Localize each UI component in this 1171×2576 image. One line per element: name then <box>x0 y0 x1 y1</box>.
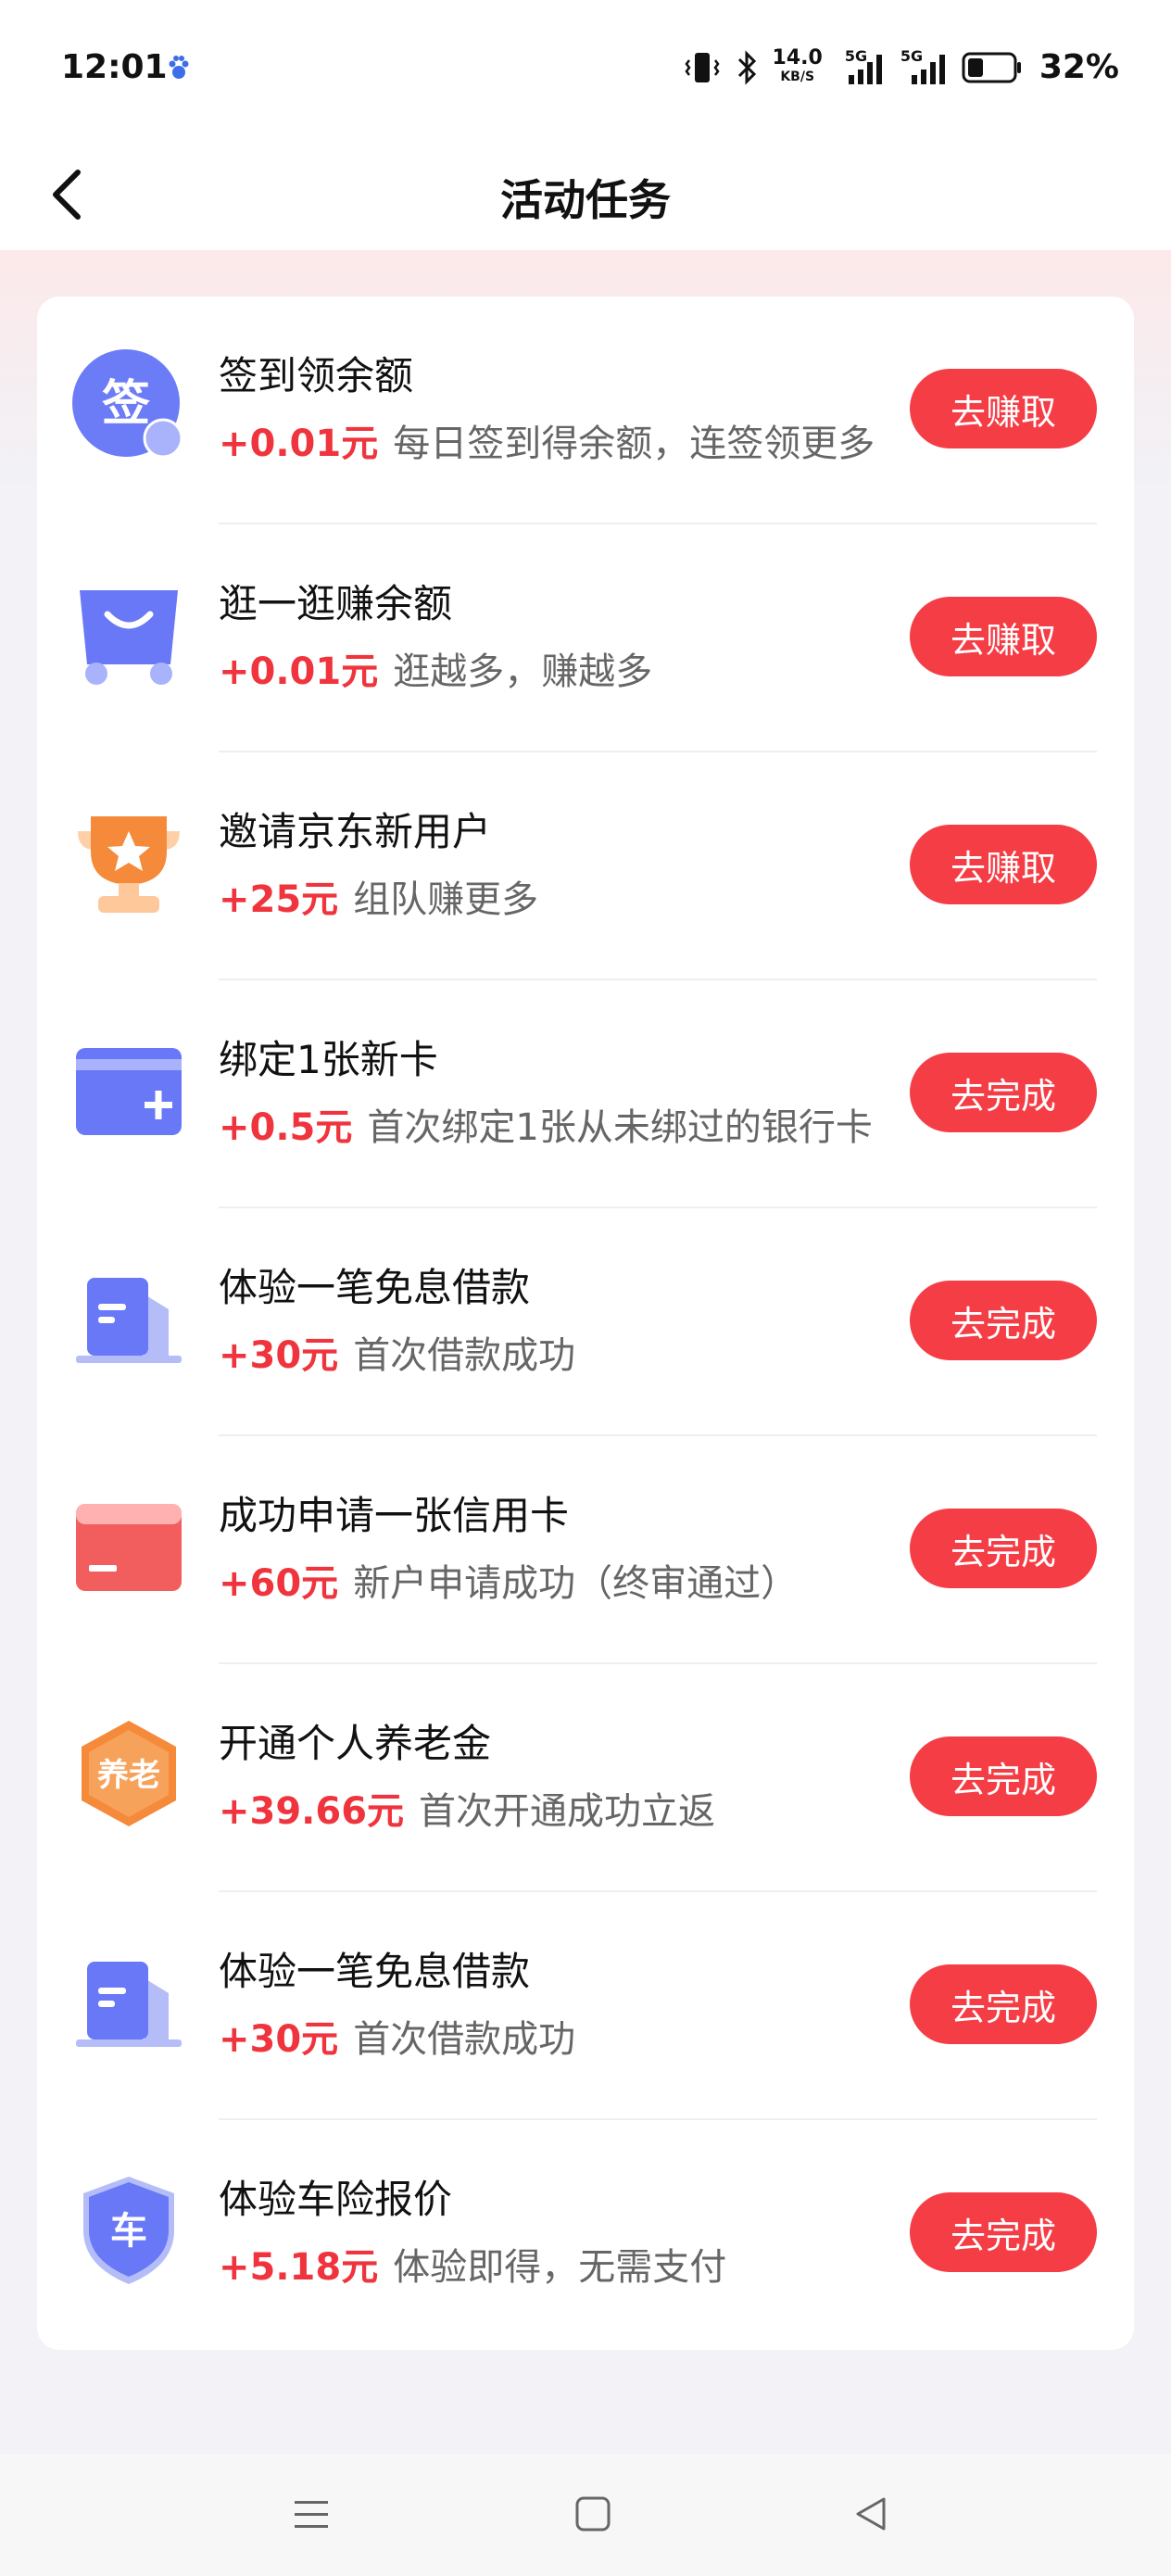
shopping-bag-icon <box>70 575 187 692</box>
task-title: 成功申请一张信用卡 <box>219 1493 570 1538</box>
task-description: 每日签到得余额，连签领更多 <box>393 423 875 465</box>
task-row: 养老 开通个人养老金 +39.66元 首次开通成功立返 去完成 <box>37 1664 1134 1892</box>
signal-icon: 5G <box>836 47 886 86</box>
task-subtitle: +30元 首次借款成功 <box>219 1325 895 1379</box>
task-reward: +60元 <box>219 1562 339 1605</box>
task-row: 绑定1张新卡 +0.5元 首次绑定1张从未绑过的银行卡 去完成 <box>37 980 1134 1208</box>
svg-text:养老: 养老 <box>97 1757 160 1794</box>
task-reward: +30元 <box>219 1334 339 1377</box>
menu-icon <box>295 2501 328 2528</box>
task-subtitle: +0.01元 每日签到得余额，连签领更多 <box>219 413 895 467</box>
task-action-button[interactable]: 去赚取 <box>910 825 1097 904</box>
back-nav-button[interactable] <box>834 2481 908 2546</box>
task-action-button[interactable]: 去完成 <box>910 1509 1097 1588</box>
status-time: 12:01 <box>61 48 168 86</box>
task-description: 首次绑定1张从未绑过的银行卡 <box>367 1106 873 1149</box>
task-title: 逛一逛赚余额 <box>219 581 453 626</box>
document-icon <box>70 1259 187 1376</box>
task-subtitle: +39.66元 首次开通成功立返 <box>219 1781 895 1835</box>
task-row: 体验一笔免息借款 +30元 首次借款成功 去完成 <box>37 1892 1134 2120</box>
task-action-button[interactable]: 去赚取 <box>910 369 1097 448</box>
sign-in-icon: 签 <box>70 347 187 464</box>
task-description: 首次借款成功 <box>353 2018 576 2061</box>
status-icons: 14.0 KB/S 5G 5G 32% <box>684 45 1119 86</box>
triangle-back-icon <box>856 2497 886 2531</box>
network-speed-value: 14.0 <box>772 45 823 69</box>
battery-percent: 32% <box>1039 48 1119 86</box>
task-title: 邀请京东新用户 <box>219 809 492 854</box>
credit-card-icon <box>70 1487 187 1604</box>
task-card: 签 签到领余额 +0.01元 每日签到得余额，连签领更多 去赚取 逛一逛赚余额 +0.0… <box>37 297 1134 2350</box>
page-title: 活动任务 <box>500 175 671 225</box>
baidu-paw-icon <box>169 56 189 79</box>
trophy-icon <box>70 803 187 920</box>
task-title: 体验一笔免息借款 <box>219 1949 531 1994</box>
task-description: 新户申请成功（终审通过） <box>353 1562 799 1605</box>
document-icon <box>70 1943 187 2060</box>
task-reward: +0.01元 <box>219 423 379 465</box>
signal-icon-2: 5G <box>899 47 949 86</box>
home-square-icon <box>575 2496 611 2532</box>
menu-button[interactable] <box>274 2481 348 2546</box>
status-bar: 12:01 14.0 KB/S 5G 5G 32% <box>0 0 1171 139</box>
task-reward: +5.18元 <box>219 2246 379 2289</box>
task-title: 开通个人养老金 <box>219 1721 492 1766</box>
task-reward: +30元 <box>219 2018 339 2061</box>
pension-badge-icon: 养老 <box>70 1715 187 1832</box>
task-title: 体验车险报价 <box>219 2177 453 2222</box>
task-row: 体验一笔免息借款 +30元 首次借款成功 去完成 <box>37 1208 1134 1436</box>
task-subtitle: +30元 首次借款成功 <box>219 2009 895 2063</box>
task-subtitle: +60元 新户申请成功（终审通过） <box>219 1553 895 1607</box>
task-row: 签 签到领余额 +0.01元 每日签到得余额，连签领更多 去赚取 <box>37 297 1134 524</box>
vibrate-icon <box>684 52 720 82</box>
network-speed-unit: KB/S <box>780 69 815 84</box>
task-reward: +25元 <box>219 878 339 921</box>
task-action-button[interactable]: 去完成 <box>910 2192 1097 2272</box>
svg-text:车: 车 <box>110 2210 147 2253</box>
home-button[interactable] <box>556 2481 630 2546</box>
task-action-button[interactable]: 去赚取 <box>910 597 1097 676</box>
task-subtitle: +25元 组队赚更多 <box>219 869 895 923</box>
task-row: 逛一逛赚余额 +0.01元 逛越多，赚越多 去赚取 <box>37 524 1134 752</box>
network-speed: 14.0 KB/S <box>772 45 823 86</box>
task-reward: +0.01元 <box>219 650 379 693</box>
task-title: 签到领余额 <box>219 353 414 398</box>
system-nav-bar <box>0 2454 1171 2576</box>
task-reward: +0.5元 <box>219 1106 353 1149</box>
task-action-button[interactable]: 去完成 <box>910 1281 1097 1360</box>
bluetooth-icon <box>737 49 756 85</box>
task-subtitle: +5.18元 体验即得，无需支付 <box>219 2237 895 2291</box>
car-shield-icon: 车 <box>70 2171 187 2288</box>
app-header: 活动任务 <box>0 139 1171 250</box>
task-reward: +39.66元 <box>219 1790 405 1833</box>
task-description: 首次借款成功 <box>353 1334 576 1377</box>
task-title: 体验一笔免息借款 <box>219 1265 531 1310</box>
task-row: 车 体验车险报价 +5.18元 体验即得，无需支付 去完成 <box>37 2120 1134 2348</box>
svg-text:签: 签 <box>102 376 150 432</box>
task-list: 签 签到领余额 +0.01元 每日签到得余额，连签领更多 去赚取 逛一逛赚余额 +0.0… <box>37 297 1134 2350</box>
task-subtitle: +0.5元 首次绑定1张从未绑过的银行卡 <box>219 1097 895 1151</box>
task-action-button[interactable]: 去完成 <box>910 1736 1097 1816</box>
task-row: 邀请京东新用户 +25元 组队赚更多 去赚取 <box>37 752 1134 980</box>
task-action-button[interactable]: 去完成 <box>910 1053 1097 1132</box>
task-description: 组队赚更多 <box>353 878 539 921</box>
task-title: 绑定1张新卡 <box>219 1037 438 1082</box>
task-subtitle: +0.01元 逛越多，赚越多 <box>219 641 895 695</box>
task-action-button[interactable]: 去完成 <box>910 1964 1097 2044</box>
task-row: 成功申请一张信用卡 +60元 新户申请成功（终审通过） 去完成 <box>37 1436 1134 1664</box>
add-card-icon <box>70 1031 187 1148</box>
task-description: 逛越多，赚越多 <box>393 650 653 693</box>
battery-icon <box>962 52 1021 82</box>
task-description: 体验即得，无需支付 <box>393 2246 727 2289</box>
task-description: 首次开通成功立返 <box>419 1790 716 1833</box>
